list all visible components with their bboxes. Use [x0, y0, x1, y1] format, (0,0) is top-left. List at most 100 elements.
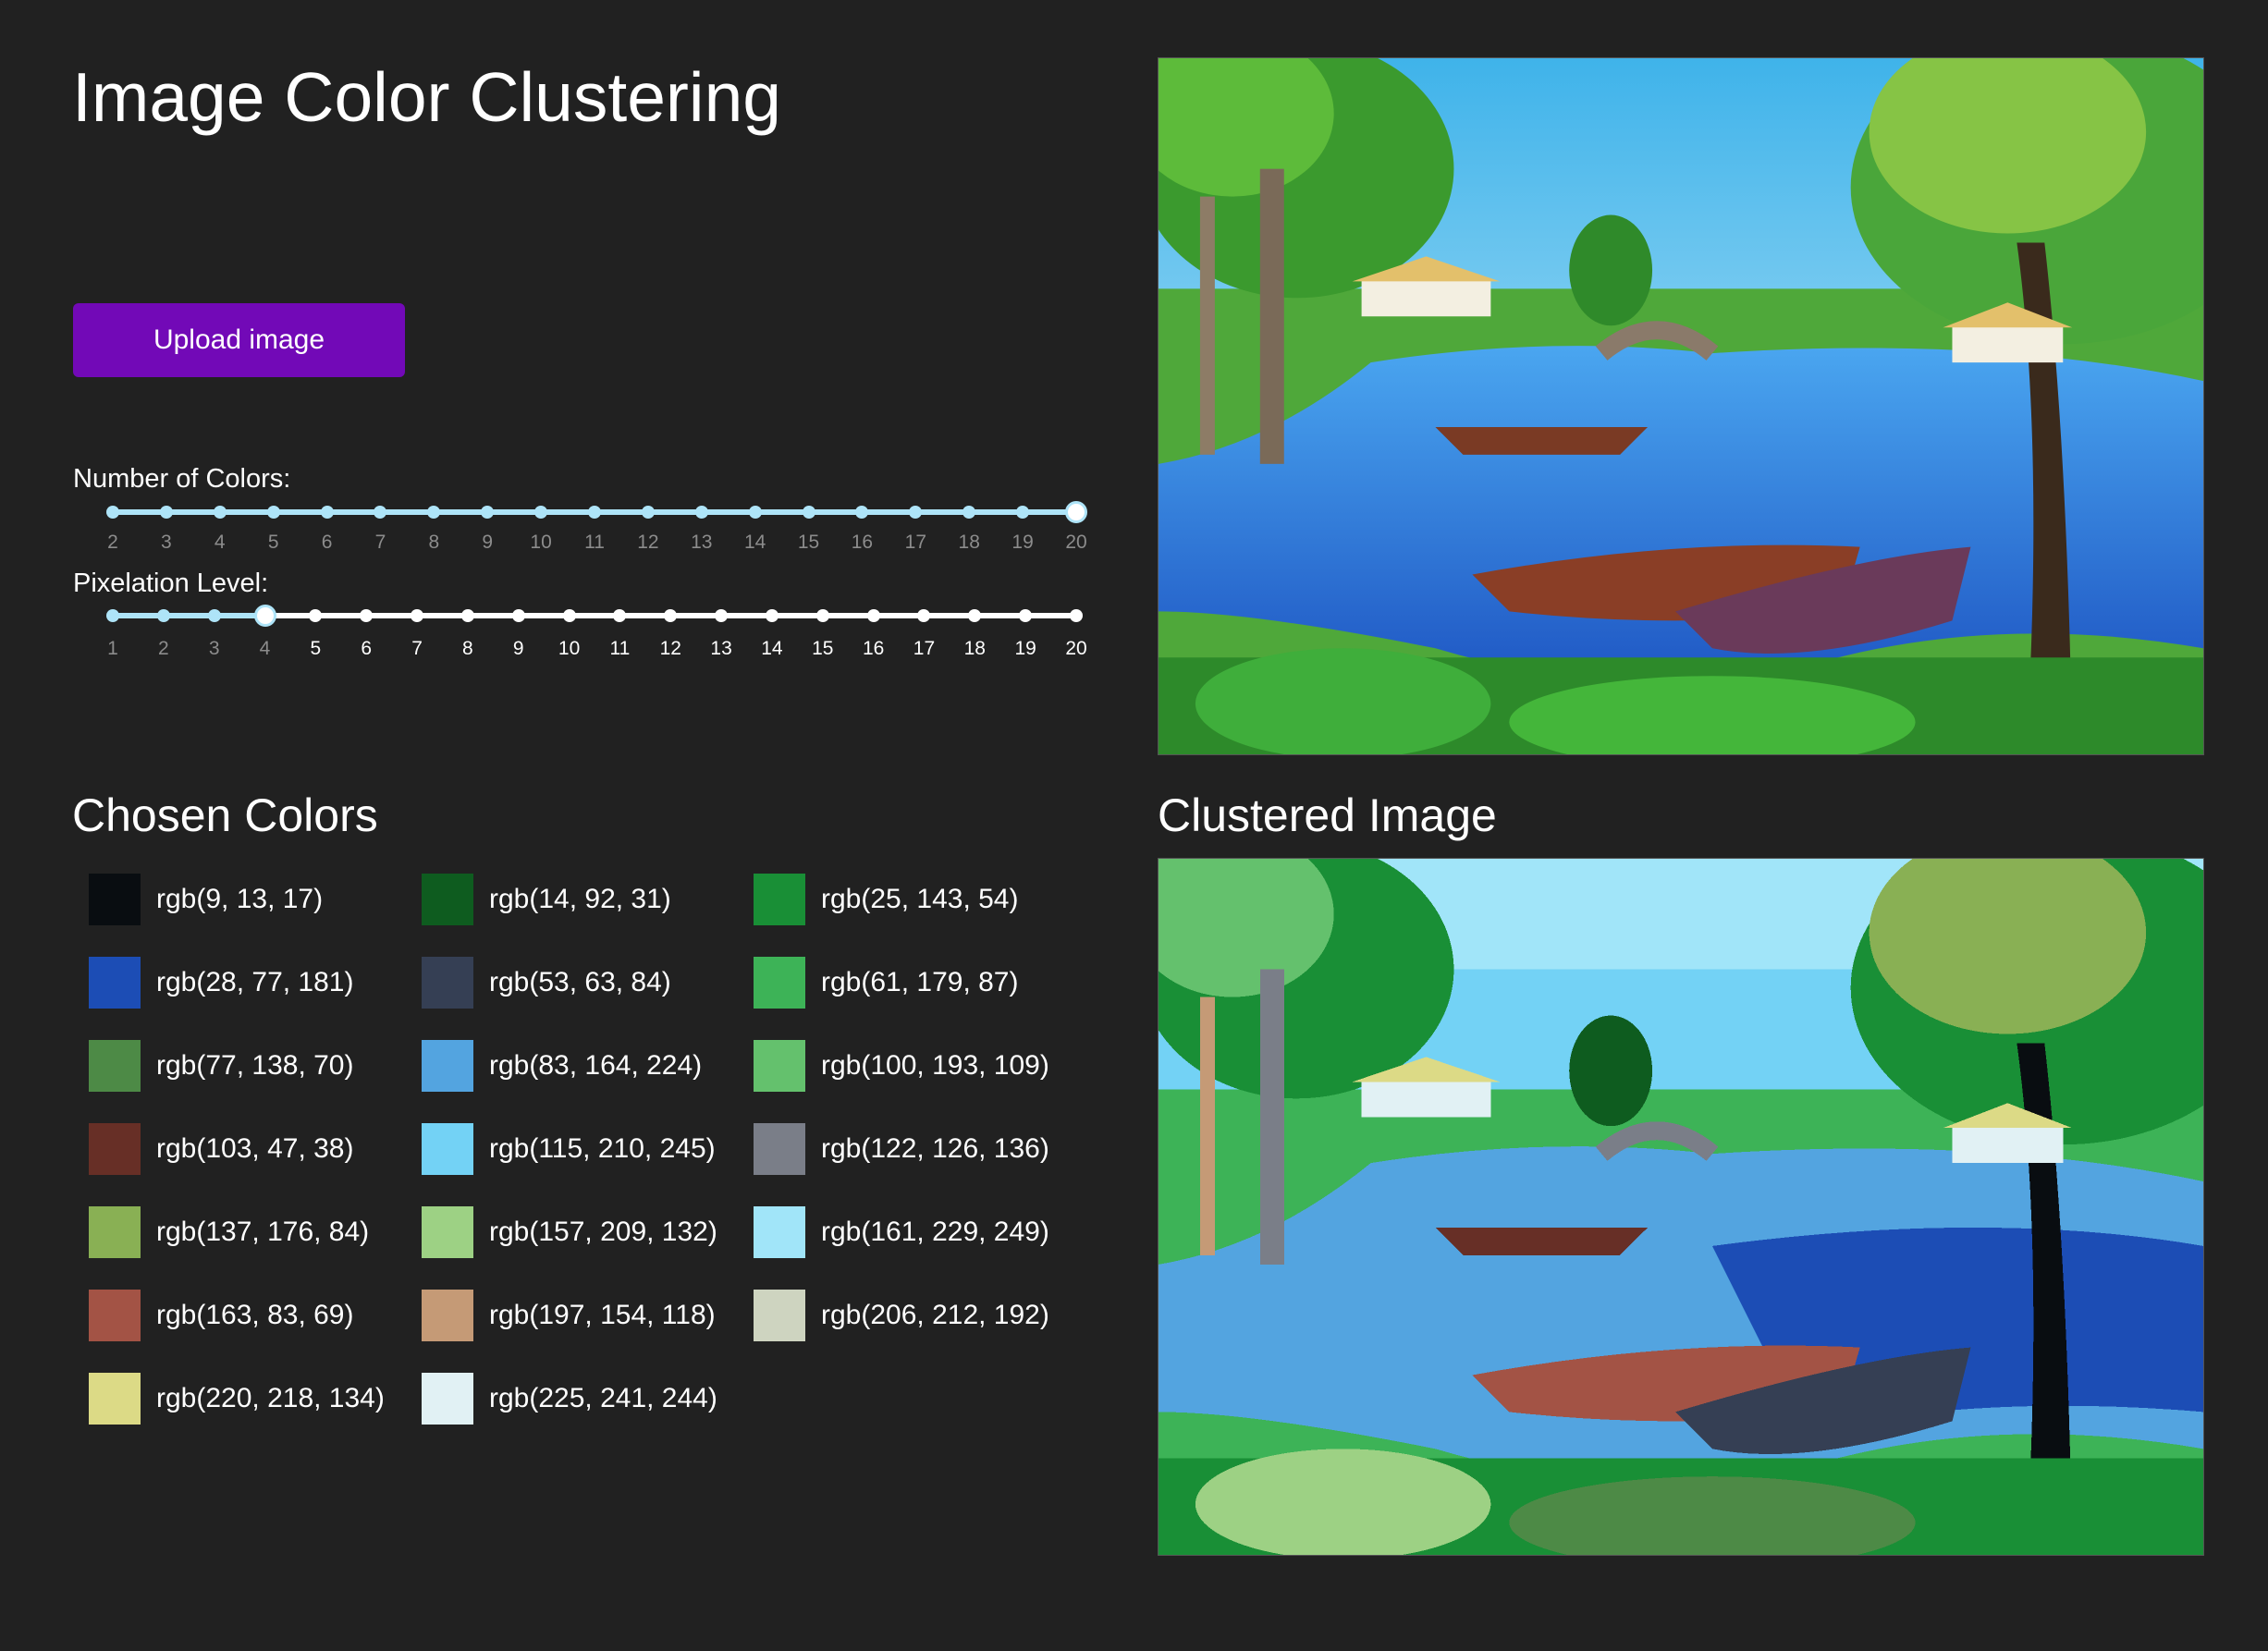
color-value-label: rgb(157, 209, 132): [489, 1217, 717, 1247]
slider-tick-label: 13: [691, 532, 713, 553]
slider-tick-label: 5: [267, 532, 279, 553]
color-value-label: rgb(83, 164, 224): [489, 1050, 703, 1081]
color-value-label: rgb(137, 176, 84): [156, 1217, 370, 1247]
color-swatch: [89, 1123, 141, 1175]
color-swatch: [754, 957, 805, 1009]
slider-tick-label: 18: [963, 638, 986, 659]
slider-tick-mark: [106, 506, 119, 519]
slider-thumb[interactable]: [1065, 501, 1087, 523]
slider-tick-mark: [962, 506, 976, 519]
pixelation-level-slider[interactable]: [106, 598, 1083, 635]
slider-tick-label: 2: [157, 638, 169, 659]
color-value-label: rgb(197, 154, 118): [489, 1300, 716, 1330]
slider-tick-label: 20: [1065, 532, 1087, 553]
color-item: rgb(137, 176, 84): [89, 1206, 369, 1258]
chosen-colors-heading: Chosen Colors: [72, 789, 378, 841]
color-value-label: rgb(220, 218, 134): [156, 1383, 385, 1413]
color-value-label: rgb(61, 179, 87): [821, 967, 1019, 997]
color-item: rgb(25, 143, 54): [754, 874, 1018, 925]
slider-tick-mark: [106, 609, 119, 622]
number-of-colors-label: Number of Colors:: [73, 464, 291, 494]
slider-tick-mark: [207, 609, 221, 622]
slider-tick-label: 1: [107, 638, 118, 659]
slider-thumb[interactable]: [253, 605, 276, 627]
slider-tick-label: 3: [161, 532, 172, 553]
slider-tick-mark: [802, 506, 815, 519]
clustered-landscape: [1159, 859, 2203, 1555]
color-swatch: [422, 957, 473, 1009]
slider-tick-label: 17: [913, 638, 936, 659]
landscape-painting: [1159, 58, 2203, 754]
color-swatch: [422, 874, 473, 925]
pixelation-level-label: Pixelation Level:: [73, 569, 269, 598]
color-item: rgb(103, 47, 38): [89, 1123, 353, 1175]
color-swatch: [422, 1123, 473, 1175]
color-swatch: [89, 874, 141, 925]
slider-tick-mark: [765, 609, 778, 622]
slider-tick-label: 6: [321, 532, 333, 553]
color-item: rgb(83, 164, 224): [422, 1040, 702, 1092]
color-swatch: [754, 1290, 805, 1341]
slider-tick-label: 14: [761, 638, 783, 659]
color-item: rgb(163, 83, 69): [89, 1290, 353, 1341]
color-value-label: rgb(161, 229, 249): [821, 1217, 1049, 1247]
slider-tick-label: 14: [743, 532, 766, 553]
color-swatch: [89, 1373, 141, 1425]
slider-tick-mark: [309, 609, 323, 622]
color-swatch: [422, 1290, 473, 1341]
chosen-colors-list: rgb(9, 13, 17) rgb(14, 92, 31) rgb(25, 143…: [89, 874, 1124, 1428]
color-swatch: [422, 1373, 473, 1425]
color-item: rgb(157, 209, 132): [422, 1206, 717, 1258]
slider-tick-mark: [411, 609, 424, 622]
color-value-label: rgb(25, 143, 54): [821, 884, 1019, 914]
clustered-image-heading: Clustered Image: [1158, 789, 1497, 841]
slider-tick-label: 2: [107, 532, 118, 553]
color-item: rgb(53, 63, 84): [422, 957, 671, 1009]
slider-tick-label: 12: [637, 532, 659, 553]
slider-tick-label: 19: [1011, 532, 1034, 553]
color-value-label: rgb(77, 138, 70): [156, 1050, 354, 1081]
slider-tick-label: 16: [862, 638, 885, 659]
slider-tick-mark: [427, 506, 441, 519]
color-item: rgb(100, 193, 109): [754, 1040, 1049, 1092]
slider-tick-mark: [534, 506, 548, 519]
color-item: rgb(77, 138, 70): [89, 1040, 353, 1092]
color-value-label: rgb(225, 241, 244): [489, 1383, 717, 1413]
slider-tick-mark: [156, 609, 170, 622]
upload-image-button[interactable]: Upload image: [73, 303, 405, 377]
slider-tick-mark: [360, 609, 374, 622]
slider-tick-label: 20: [1065, 638, 1087, 659]
slider-tick-mark: [320, 506, 334, 519]
color-value-label: rgb(9, 13, 17): [156, 884, 324, 914]
slider-tick-mark: [641, 506, 655, 519]
color-item: rgb(197, 154, 118): [422, 1290, 716, 1341]
color-swatch: [89, 1206, 141, 1258]
number-of-colors-tick-labels: 2 3 4 5 6 7 8 9 10 11 12 13 14 15 16 17 18 19 20: [107, 532, 1087, 559]
page-title: Image Color Clustering: [72, 58, 781, 136]
original-image: [1158, 57, 2204, 755]
color-item: rgb(122, 126, 136): [754, 1123, 1049, 1175]
slider-tick-label: 9: [512, 638, 524, 659]
slider-tick-mark: [213, 506, 227, 519]
slider-tick-mark: [694, 506, 708, 519]
slider-tick-mark: [968, 609, 982, 622]
slider-tick-mark: [866, 609, 880, 622]
color-swatch: [89, 1290, 141, 1341]
slider-tick-label: 10: [558, 638, 581, 659]
slider-tick-label: 15: [797, 532, 820, 553]
slider-tick-mark: [374, 506, 387, 519]
slider-tick-mark: [815, 609, 829, 622]
color-item: rgb(206, 212, 192): [754, 1290, 1049, 1341]
color-value-label: rgb(103, 47, 38): [156, 1133, 354, 1164]
slider-tick-label: 6: [361, 638, 373, 659]
slider-tick-label: 18: [958, 532, 980, 553]
color-value-label: rgb(163, 83, 69): [156, 1300, 354, 1330]
color-item: rgb(220, 218, 134): [89, 1373, 385, 1425]
slider-tick-label: 9: [482, 532, 494, 553]
slider-tick-mark: [460, 609, 474, 622]
color-swatch: [754, 874, 805, 925]
slider-tick-mark: [715, 609, 729, 622]
slider-tick-label: 11: [584, 532, 605, 553]
color-item: rgb(225, 241, 244): [422, 1373, 717, 1425]
number-of-colors-slider[interactable]: [106, 495, 1087, 532]
